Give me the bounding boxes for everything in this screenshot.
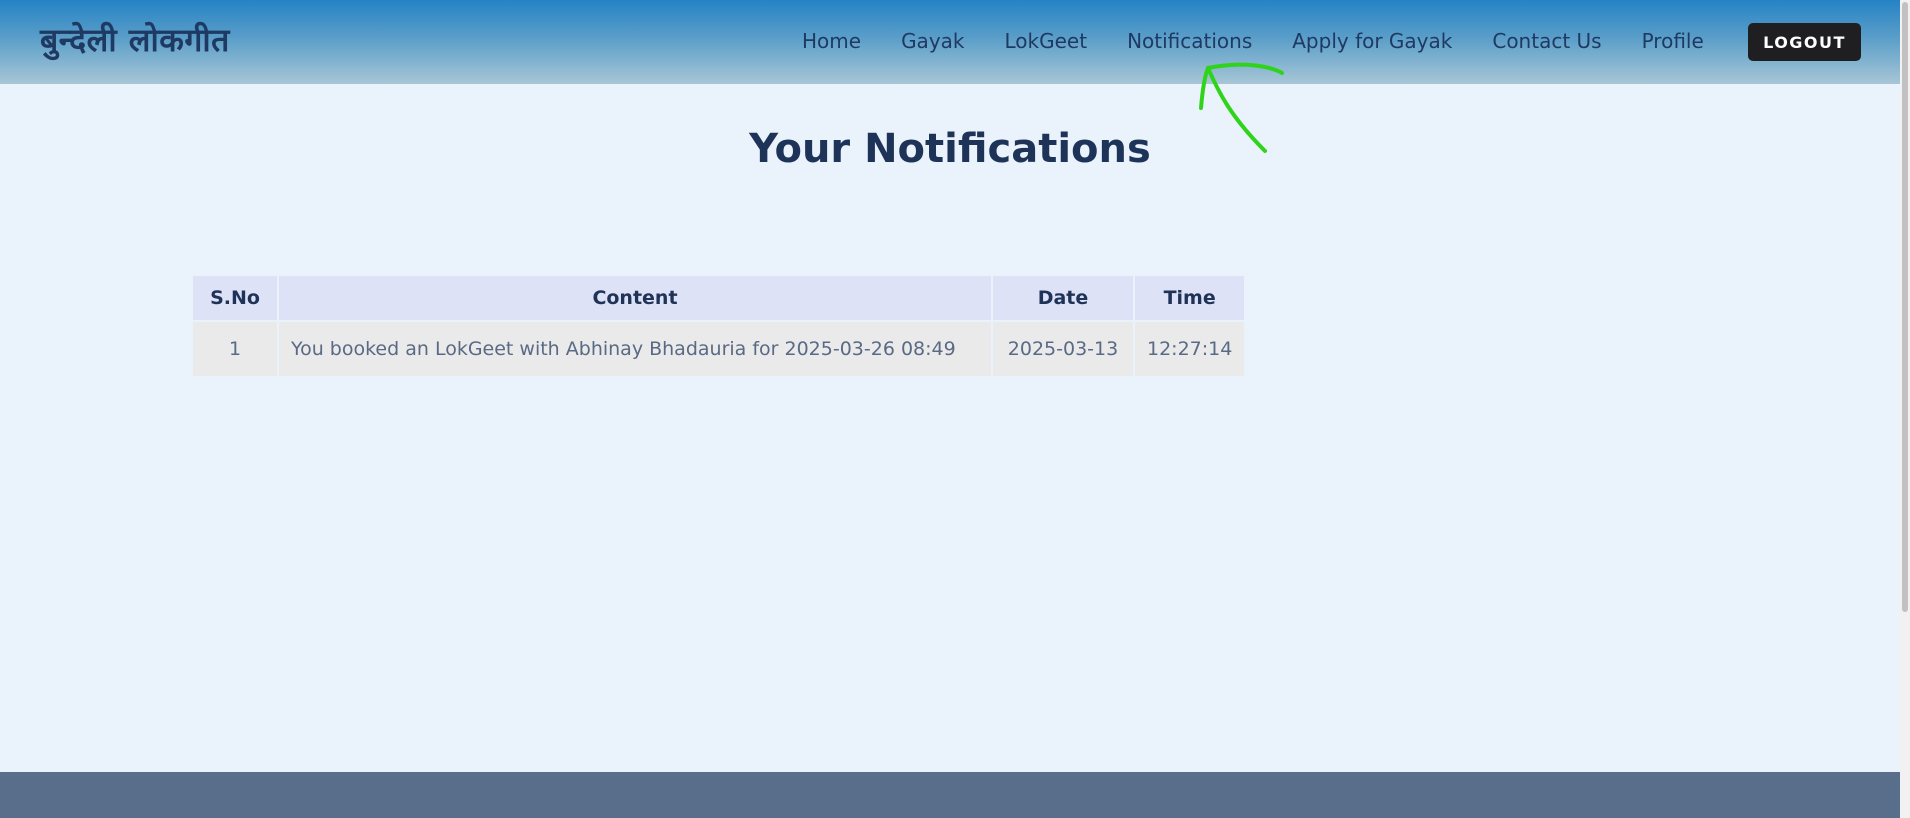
nav-notifications[interactable]: Notifications <box>1127 28 1252 54</box>
nav-lokgeet[interactable]: LokGeet <box>1005 28 1088 54</box>
column-header-time: Time <box>1135 276 1245 320</box>
notifications-table: S.No Content Date Time 1 You booked an L… <box>191 274 1246 378</box>
nav-gayak[interactable]: Gayak <box>901 28 964 54</box>
page-title: Your Notifications <box>749 126 1151 172</box>
cell-time: 12:27:14 <box>1135 322 1245 376</box>
scrollbar-thumb[interactable] <box>1902 2 1908 612</box>
cell-date: 2025-03-13 <box>993 322 1133 376</box>
top-navbar: बुन्देली लोकगीत Home Gayak LokGeet Notif… <box>0 0 1900 84</box>
site-logo-text[interactable]: बुन्देली लोकगीत <box>40 18 230 61</box>
table-header-row: S.No Content Date Time <box>193 276 1245 320</box>
main-nav: Home Gayak LokGeet Notifications Apply f… <box>802 28 1744 54</box>
nav-profile[interactable]: Profile <box>1642 28 1704 54</box>
nav-home[interactable]: Home <box>802 28 861 54</box>
cell-content: You booked an LokGeet with Abhinay Bhada… <box>279 322 991 376</box>
column-header-date: Date <box>993 276 1133 320</box>
table-row: 1 You booked an LokGeet with Abhinay Bha… <box>193 322 1245 376</box>
cell-sno: 1 <box>193 322 277 376</box>
column-header-sno: S.No <box>193 276 277 320</box>
column-header-content: Content <box>279 276 991 320</box>
nav-contact-us[interactable]: Contact Us <box>1492 28 1601 54</box>
nav-apply-for-gayak[interactable]: Apply for Gayak <box>1292 28 1452 54</box>
footer <box>0 772 1900 818</box>
logout-button[interactable]: LOGOUT <box>1748 23 1861 61</box>
